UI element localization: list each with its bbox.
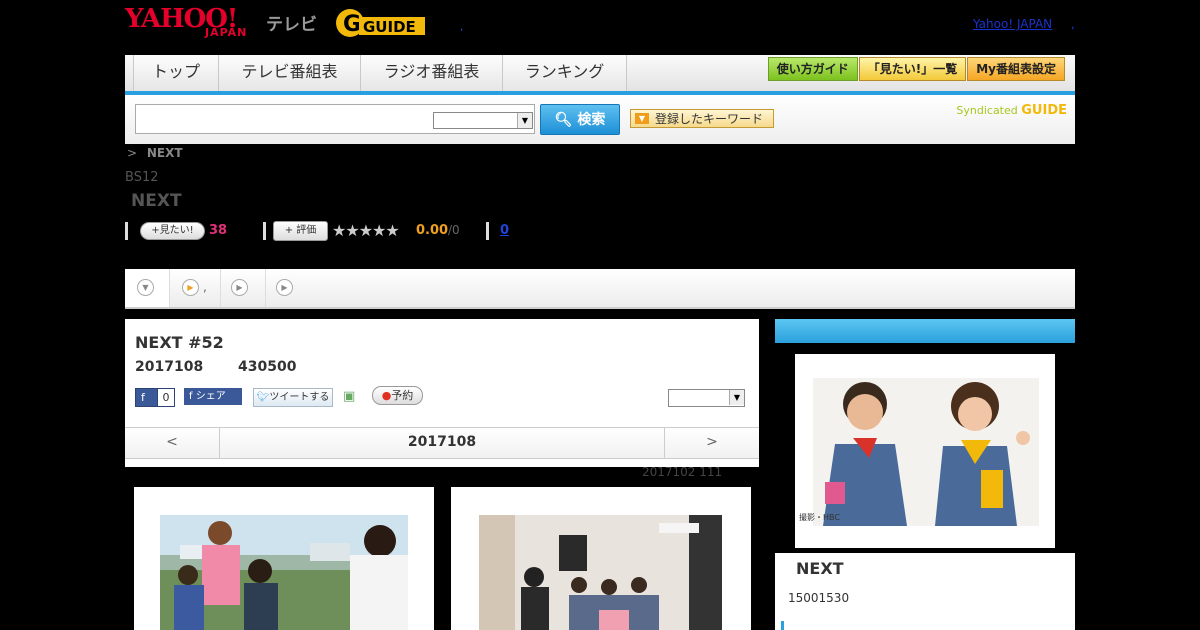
episode-pager: < 2017108 > — [125, 427, 759, 459]
search-icon: 🔍︎ — [554, 112, 573, 128]
episode-panel: NEXT #52 2017108 430500 f 0 f シェア 🐦︎ツイート… — [125, 319, 759, 467]
tv-wordmark[interactable]: テレビ — [266, 10, 317, 35]
episode-time: 430500 — [238, 359, 297, 375]
rating-stars: ★★★★★ — [332, 221, 400, 240]
stats-divider — [263, 222, 266, 240]
pager-current-date: 2017108 — [407, 434, 477, 450]
episode-photo-kids-outdoors — [160, 515, 408, 630]
nav-tab-top[interactable]: トップ — [133, 55, 218, 91]
tab-label: , — [203, 280, 207, 294]
play-icon: ▶ — [276, 279, 293, 296]
usage-guide-button[interactable]: 使い方ガイド — [767, 57, 858, 81]
yahoo-japan-link[interactable]: Yahoo! JAPAN — [973, 17, 1052, 31]
play-icon: ▶ — [231, 279, 248, 296]
breadcrumb-current: NEXT — [146, 146, 183, 160]
registered-keywords-label: 登録したキーワード — [655, 112, 764, 126]
breadcrumb: > NEXT — [127, 146, 183, 160]
want-to-watch-button[interactable]: +見たい! — [140, 222, 205, 240]
facebook-share-label: f シェア — [189, 391, 226, 402]
channel-name[interactable]: BS12 — [125, 170, 158, 185]
tweet-label: ツイートする — [269, 392, 330, 403]
want-to-watch-count: 38 — [209, 223, 228, 238]
plus-icon: + — [284, 225, 294, 236]
previous-episode-button[interactable]: < — [125, 428, 220, 458]
triangle-down-icon: ▼ — [635, 113, 649, 124]
stats-divider — [125, 222, 128, 240]
nav-right-buttons: 使い方ガイド 「見たい!」一覧 My番組表設定 — [767, 57, 1065, 81]
sidebar-photo-frame: 撮影・HBC — [775, 343, 1075, 553]
want-to-watch-label: 見たい! — [159, 225, 194, 236]
next-episode-button[interactable]: > — [664, 428, 759, 458]
search-bar: ▼ 🔍︎ 検索 ▼ 登録したキーワード Syndicated GUIDE — [125, 95, 1075, 144]
stats-divider — [486, 222, 489, 240]
nav-tab-ranking[interactable]: ランキング — [502, 55, 627, 91]
episode-date: 2017108 — [135, 359, 204, 375]
update-timestamp: 2017102 111 — [642, 465, 723, 479]
nav-tab-radio-guide[interactable]: ラジオ番組表 — [360, 55, 502, 91]
tab-episodes[interactable]: ▶ , — [170, 269, 221, 307]
registered-keywords-button[interactable]: ▼ 登録したキーワード — [630, 109, 774, 128]
header-separator: , — [460, 22, 464, 33]
program-stats: +見たい! 38 + 評価 ★★★★★ 0.00 /0 0 — [125, 221, 725, 241]
svg-text:G: G — [343, 12, 361, 37]
yahoo-japan-wordmark: JAPAN — [205, 26, 248, 39]
content-tabbar: ▼ ▶ , ▶ ▶ — [125, 269, 1075, 309]
tab-current[interactable]: ▼ — [125, 269, 170, 307]
syndicated-label: Syndicated — [956, 104, 1018, 117]
tab-more[interactable]: ▶ — [266, 269, 310, 307]
facebook-like-button[interactable]: f 0 — [135, 388, 175, 407]
sidebar-header-bar — [775, 319, 1075, 343]
play-icon: ▶ — [182, 279, 199, 296]
program-sidebar: 撮影・HBC NEXT 15001530 — [775, 319, 1075, 630]
header-link-separator: , — [1071, 17, 1075, 31]
reserve-label: 予約 — [391, 389, 414, 402]
record-dot-icon: ● — [381, 389, 392, 402]
rate-button[interactable]: + 評価 — [273, 221, 328, 241]
chevron-down-icon: ▼ — [729, 390, 744, 405]
episode-photo-card[interactable] — [451, 487, 751, 630]
search-button-label: 検索 — [577, 112, 606, 128]
search-button[interactable]: 🔍︎ 検索 — [540, 104, 620, 135]
chevron-down-icon: ▼ — [137, 279, 154, 296]
tweet-button[interactable]: 🐦︎ツイートする — [253, 388, 333, 407]
episode-select[interactable]: ▼ — [668, 389, 745, 407]
episode-photo-interview-room — [479, 515, 722, 630]
search-category-select[interactable]: ▼ — [433, 112, 533, 129]
my-guide-settings-button[interactable]: My番組表設定 — [967, 57, 1065, 81]
nav-tab-tv-guide[interactable]: テレビ番組表 — [218, 55, 360, 91]
syndicated-badge: Syndicated GUIDE — [956, 103, 1067, 118]
add-to-calendar-icon[interactable]: ▣ — [343, 388, 358, 405]
main-nav: トップ テレビ番組表 ラジオ番組表 ランキング 使い方ガイド 「見たい!」一覧 … — [125, 55, 1075, 95]
program-title: NEXT — [131, 191, 182, 211]
facebook-icon: f — [141, 391, 145, 404]
plus-icon: + — [151, 225, 160, 236]
tab-info[interactable]: ▶ — [221, 269, 266, 307]
page: YAHOO! JAPAN テレビ G GUIDE , Yahoo! JAPAN … — [0, 0, 1200, 630]
sidebar-broadcast-time: 15001530 — [788, 591, 850, 605]
chevron-down-icon: ▼ — [517, 113, 532, 128]
rating-value: 0.00 — [416, 223, 449, 238]
rate-button-label: 評価 — [296, 225, 317, 236]
svg-text:GUIDE: GUIDE — [363, 18, 416, 36]
sidebar-program-title: NEXT — [796, 559, 844, 578]
comment-count-link[interactable]: 0 — [500, 223, 509, 238]
facebook-share-button[interactable]: f シェア — [184, 388, 242, 405]
syndicated-gguide-logo: GUIDE — [1021, 103, 1067, 118]
want-to-watch-list-button[interactable]: 「見たい!」一覧 — [858, 57, 967, 81]
gguide-logo[interactable]: G GUIDE — [335, 7, 430, 40]
twitter-bird-icon: 🐦︎ — [256, 392, 270, 403]
sidebar-accent-bar — [781, 621, 784, 630]
nav-tabs: トップ テレビ番組表 ラジオ番組表 ランキング — [133, 55, 627, 91]
facebook-like-count: 0 — [157, 389, 174, 406]
photo-credit: 撮影・HBC — [799, 513, 840, 522]
rating-count: /0 — [448, 223, 460, 237]
site-header: YAHOO! JAPAN テレビ G GUIDE , Yahoo! JAPAN … — [0, 0, 1200, 50]
host-photo: 撮影・HBC — [795, 354, 1055, 548]
reserve-button[interactable]: ●予約 — [372, 386, 423, 405]
breadcrumb-separator: > — [127, 146, 138, 160]
episode-title: NEXT #52 — [135, 333, 224, 352]
episode-photo-card[interactable] — [134, 487, 434, 630]
